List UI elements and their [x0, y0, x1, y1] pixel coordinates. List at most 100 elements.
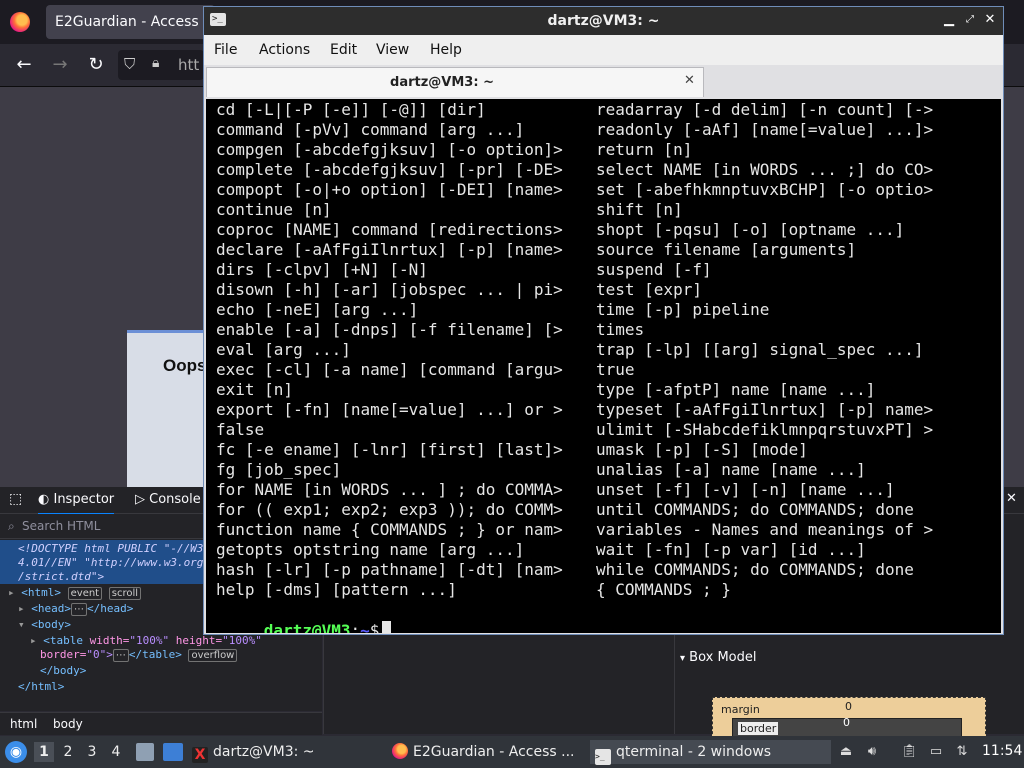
help-line-left: disown [-h] [-ar] [jobspec ... | pi>: [216, 280, 563, 299]
overflow-badge[interactable]: overflow: [188, 649, 238, 662]
show-desktop-icon[interactable]: [163, 743, 183, 761]
tree-doctype-1[interactable]: <!DOCTYPE html PUBLIC "-//W3: [18, 542, 203, 555]
margin-value[interactable]: 0: [845, 700, 852, 713]
text-cursor: [382, 621, 392, 633]
menu-actions[interactable]: Actions: [259, 42, 310, 58]
help-line-left: hash [-lr] [-p pathname] [-dt] [nam>: [216, 560, 563, 579]
eject-icon[interactable]: ⏏: [838, 744, 854, 760]
tree-head[interactable]: ▸ <head> ⋯ </head>: [18, 602, 134, 616]
menu-edit[interactable]: Edit: [330, 42, 357, 58]
help-left-column: cd [-L|[-P [-e]] [-@]] [dir] command [-pV…: [216, 100, 563, 600]
body-tag: <body>: [31, 618, 71, 631]
tree-doctype-2[interactable]: 4.01//EN" "http://www.w3.org: [18, 556, 203, 569]
workspace-3[interactable]: 3: [82, 742, 102, 762]
taskbar-app-firefox[interactable]: E2Guardian - Access ...: [392, 740, 582, 764]
help-line-left: cd [-L|[-P [-e]] [-@]] [dir]: [216, 100, 486, 119]
help-line-left: function name { COMMANDS ; } or nam>: [216, 520, 563, 539]
menu-help[interactable]: Help: [430, 42, 462, 58]
workspace-4[interactable]: 4: [106, 742, 126, 762]
scroll-badge[interactable]: scroll: [108, 587, 142, 600]
inspector-icon: ◐: [38, 492, 50, 507]
firefox-icon: [392, 743, 408, 759]
box-model-header[interactable]: ▾ Box Model: [680, 650, 757, 665]
margin-label: margin: [721, 703, 760, 716]
clipboard-icon[interactable]: 📋︎: [901, 744, 918, 760]
minimize-icon[interactable]: ▁: [940, 11, 958, 29]
help-line-left: for NAME [in WORDS ... ] ; do COMMA>: [216, 480, 563, 499]
terminal-titlebar[interactable]: >_ dartz@VM3: ~ ▁ ⤢ ✕: [204, 7, 1003, 35]
html-tag: <html>: [21, 586, 61, 599]
table-tag: <table: [43, 634, 83, 647]
menu-file[interactable]: File: [214, 42, 237, 58]
breadcrumb-html[interactable]: html: [10, 713, 37, 735]
menu-view[interactable]: View: [376, 42, 409, 58]
network-icon[interactable]: ⇅: [954, 744, 970, 760]
help-line-left: fc [-e ename] [-lnr] [first] [last]>: [216, 440, 563, 459]
terminal-screen[interactable]: cd [-L|[-P [-e]] [-@]] [dir] command [-pV…: [206, 99, 1001, 633]
help-line-left: export [-fn] [name[=value] ...] or >: [216, 400, 563, 419]
workspace-2[interactable]: 2: [58, 742, 78, 762]
start-menu-icon[interactable]: ◉: [5, 741, 27, 763]
forward-icon[interactable]: →: [49, 54, 71, 76]
workspace-1[interactable]: 1: [34, 742, 54, 762]
volume-icon[interactable]: 🔊︎: [864, 744, 880, 760]
tree-body-close[interactable]: </body>: [40, 664, 86, 677]
tree-doctype-3[interactable]: /strict.dtd">: [18, 570, 104, 583]
help-line-right: shopt [-pqsu] [-o] [optname ...]: [596, 220, 905, 239]
element-picker-icon[interactable]: ⬚: [9, 491, 22, 507]
help-line-left: compgen [-abcdefgjksuv] [-o option]>: [216, 140, 563, 159]
close-icon[interactable]: ✕: [981, 11, 999, 29]
shell-prompt[interactable]: dartz@VM3:~$: [206, 601, 392, 633]
search-input[interactable]: Search HTML: [22, 514, 100, 538]
help-line-right: while COMMANDS; do COMMANDS; done: [596, 560, 914, 579]
attr-width: width=: [89, 634, 130, 647]
help-line-right: select NAME [in WORDS ... ;] do CO>: [596, 160, 934, 179]
tree-body[interactable]: ▾ <body>: [18, 618, 71, 631]
help-line-left: fg [job_spec]: [216, 460, 342, 479]
taskbar-app-qterminal[interactable]: >_ qterminal - 2 windows: [590, 740, 831, 765]
close-devtools-icon[interactable]: ✕: [1006, 491, 1017, 506]
help-line-right: times: [596, 320, 645, 339]
taskbar-app-firefox-label: E2Guardian - Access ...: [413, 744, 575, 760]
tree-html[interactable]: ▸ <html> event scroll: [8, 586, 142, 600]
ellipsis-badge-2[interactable]: ⋯: [112, 649, 129, 662]
taskbar-app-qterminal-label: qterminal - 2 windows: [616, 744, 772, 760]
tab-inspector[interactable]: ◐ Inspector: [38, 487, 115, 515]
help-line-left: dirs [-clpv] [+N] [-N]: [216, 260, 428, 279]
help-line-right: readarray [-d delim] [-n count] [->: [596, 100, 934, 119]
breadcrumb-body[interactable]: body: [53, 713, 83, 735]
help-line-right: typeset [-aAfFgiIlnrtux] [-p] name>: [596, 400, 934, 419]
ellipsis-badge[interactable]: ⋯: [71, 603, 87, 616]
lock-icon: 🔒︎: [152, 55, 160, 71]
help-line-right: umask [-p] [-S] [mode]: [596, 440, 808, 459]
help-line-right: ulimit [-SHabcdefiklmnpqrstuvxPT] >: [596, 420, 934, 439]
battery-icon[interactable]: ▭: [928, 744, 944, 760]
tab-console[interactable]: ▷ Console: [135, 487, 201, 513]
terminal-window: >_ dartz@VM3: ~ ▁ ⤢ ✕ File Actions Edit …: [203, 6, 1004, 635]
help-line-right: unset [-f] [-v] [-n] [name ...]: [596, 480, 895, 499]
taskbar-app-xterm[interactable]: Xdartz@VM3: ~: [192, 740, 382, 764]
head-tag: <head>: [31, 602, 71, 615]
firefox-tab[interactable]: E2Guardian - Access D: [46, 5, 215, 39]
head-close-tag: </head>: [87, 602, 134, 615]
taskbar-app-xterm-label: dartz@VM3: ~: [213, 744, 315, 760]
tree-table[interactable]: ▸ <table width="100%" height="100%": [30, 634, 262, 647]
attr-height: height=: [175, 634, 223, 647]
tree-html-close[interactable]: </html>: [18, 680, 64, 693]
tab-close-icon[interactable]: ✕: [684, 73, 695, 88]
event-badge[interactable]: event: [67, 587, 103, 600]
border-value[interactable]: 0: [843, 716, 850, 729]
help-line-right: test [expr]: [596, 280, 702, 299]
window-title: dartz@VM3: ~: [547, 13, 660, 29]
back-icon[interactable]: ←: [13, 54, 35, 76]
firefox-icon: [10, 12, 30, 32]
tree-table-2[interactable]: border="0"> ⋯ </table> overflow: [40, 648, 238, 662]
reload-icon[interactable]: ↻: [85, 54, 107, 76]
file-manager-icon[interactable]: [136, 743, 154, 761]
tab-inspector-label: Inspector: [53, 492, 115, 507]
terminal-tab[interactable]: dartz@VM3: ~ ✕: [206, 67, 704, 97]
error-box: [127, 330, 207, 493]
terminal-tab-label: dartz@VM3: ~: [390, 75, 494, 90]
restore-icon[interactable]: ⤢: [961, 11, 979, 29]
help-line-left: compopt [-o|+o option] [-DEI] [name>: [216, 180, 563, 199]
